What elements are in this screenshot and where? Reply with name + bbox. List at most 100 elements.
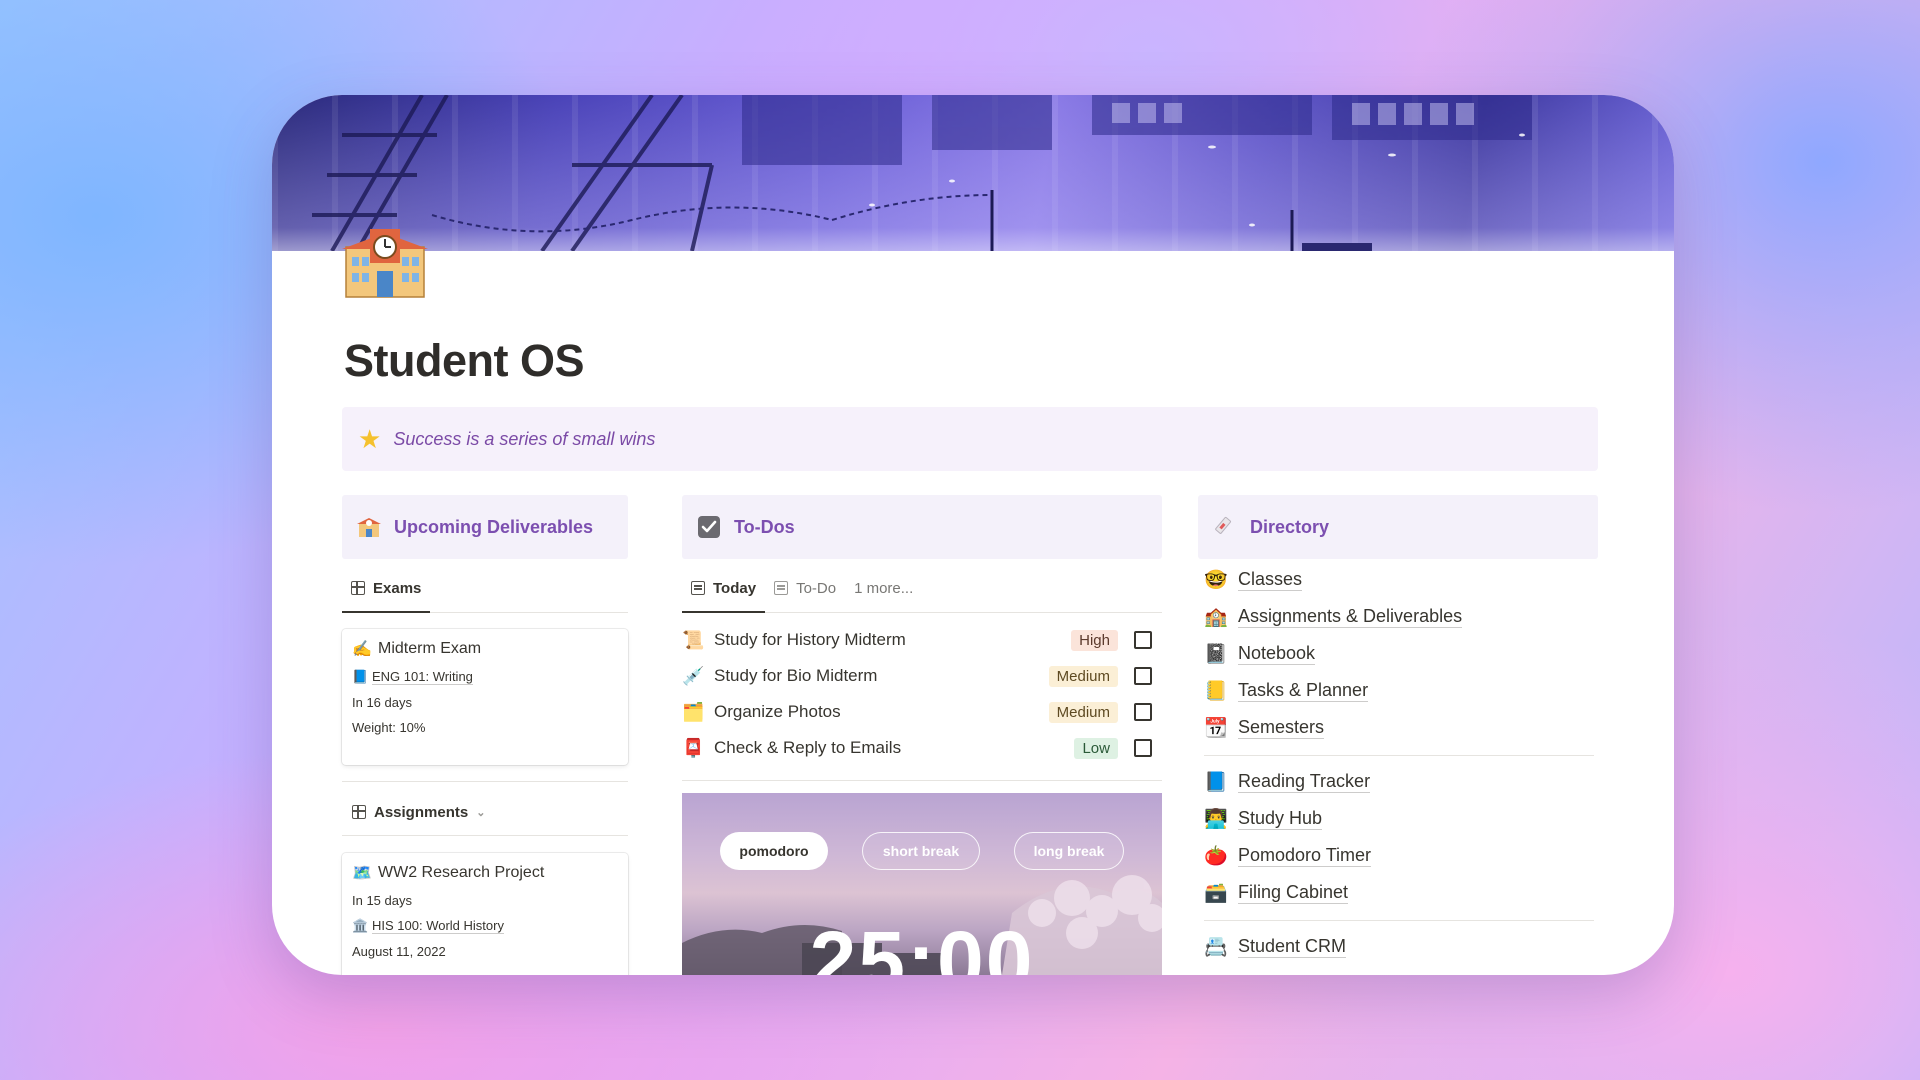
deliverables-header: Upcoming Deliverables — [342, 495, 628, 559]
assignments-group-label: Assignments — [374, 803, 469, 821]
priority-badge[interactable]: Medium — [1048, 701, 1118, 723]
directory-link-student-crm[interactable]: 📇 Student CRM — [1204, 932, 1347, 962]
priority-badge[interactable]: Low — [1074, 737, 1118, 759]
assignment-course-link[interactable]: HIS 100: World History — [372, 918, 504, 934]
assignment-card[interactable]: 🗺️ WW2 Research Project In 15 days 🏛️ HI… — [342, 853, 628, 975]
pomodoro-widget: pomodoro short break long break 25:00 — [682, 793, 1162, 975]
todo-list: 📜 Study for History Midterm High 💉 Study… — [682, 622, 1162, 772]
list-icon — [774, 581, 789, 595]
syringe-icon: 💉 — [682, 665, 705, 686]
assignments-group-toggle[interactable]: Assignments ⌄ — [352, 797, 485, 827]
todo-checkbox[interactable] — [1134, 667, 1152, 685]
priority-badge[interactable]: High — [1071, 629, 1118, 651]
divider — [682, 780, 1162, 781]
divider — [342, 781, 628, 782]
ledger-icon: 📒 — [1204, 681, 1228, 702]
todo-item[interactable]: 💉 Study for Bio Midterm Medium — [682, 658, 1152, 694]
cover-image — [272, 95, 1674, 251]
directory-link-study-hub[interactable]: 👨‍💻 Study Hub — [1204, 804, 1323, 834]
card-file-box-icon: 🗃️ — [1204, 883, 1228, 904]
pomodoro-mode-button[interactable]: pomodoro — [720, 832, 828, 870]
todo-item[interactable]: 📜 Study for History Midterm High — [682, 622, 1152, 658]
directory-link-label: Filing Cabinet — [1238, 882, 1349, 905]
directory-link-pomodoro-timer[interactable]: 🍅 Pomodoro Timer — [1204, 841, 1372, 871]
postbox-icon: 📮 — [682, 737, 705, 758]
directory-link-label: Study Hub — [1238, 808, 1323, 831]
todo-item-name: Check & Reply to Emails — [714, 738, 902, 757]
map-icon: 🗺️ — [352, 865, 372, 882]
exam-due: In 16 days — [352, 695, 412, 710]
divider — [342, 835, 628, 836]
assignment-date: August 11, 2022 — [352, 944, 446, 959]
short-break-button[interactable]: short break — [862, 832, 980, 870]
directory-link-label: Assignments & Deliverables — [1238, 606, 1463, 629]
deliverables-header-label: Upcoming Deliverables — [394, 516, 594, 537]
tab-today[interactable]: Today — [682, 572, 766, 613]
nerd-face-icon: 🤓 — [1204, 570, 1228, 591]
school-icon: 🏫 — [1204, 607, 1228, 628]
timer-display: 25:00 — [809, 914, 1035, 975]
deliverables-tabs: Exams — [342, 573, 628, 613]
school-icon[interactable] — [342, 225, 428, 299]
directory-link-tasks[interactable]: 📒 Tasks & Planner — [1204, 676, 1369, 706]
card-index-icon: 📇 — [1204, 937, 1228, 958]
notebook-icon: 📓 — [1204, 644, 1228, 665]
directory-link-filing-cabinet[interactable]: 🗃️ Filing Cabinet — [1204, 878, 1349, 908]
tab-today-label: Today — [713, 579, 757, 597]
directory-link-reading-tracker[interactable]: 📘 Reading Tracker — [1204, 767, 1371, 797]
todo-checkbox[interactable] — [1134, 703, 1152, 721]
exam-card[interactable]: ✍️ Midterm Exam 📘 ENG 101: Writing In 16… — [342, 629, 628, 765]
notion-window: Student OS ★ Success is a series of smal… — [272, 95, 1674, 975]
exam-course-link[interactable]: ENG 101: Writing — [372, 669, 473, 685]
star-icon: ★ — [358, 423, 382, 454]
cover-illustration — [312, 95, 1532, 251]
divider — [1204, 755, 1594, 756]
directory-link-label: Classes — [1238, 569, 1303, 592]
page-title: Student OS — [344, 335, 585, 386]
school-icon — [356, 514, 382, 540]
todo-item-name: Study for History Midterm — [714, 630, 906, 649]
todo-item-name: Study for Bio Midterm — [714, 666, 878, 685]
directory-link-classes[interactable]: 🤓 Classes — [1204, 565, 1303, 595]
technologist-icon: 👨‍💻 — [1204, 809, 1228, 830]
todos-tabs: Today To-Do 1 more... — [682, 573, 1162, 613]
card-index-dividers-icon: 🗂️ — [682, 701, 705, 722]
todo-item[interactable]: 🗂️ Organize Photos Medium — [682, 694, 1152, 730]
priority-badge[interactable]: Medium — [1048, 665, 1118, 687]
todo-item-name: Organize Photos — [714, 702, 841, 721]
divider — [1204, 920, 1594, 921]
blue-book-icon: 📘 — [352, 669, 369, 684]
classical-building-icon: 🏛️ — [352, 918, 369, 933]
todo-checkbox[interactable] — [1134, 739, 1152, 757]
tab-todo[interactable]: To-Do — [765, 572, 845, 612]
todo-checkbox[interactable] — [1134, 631, 1152, 649]
directory-list: 🤓 Classes 🏫 Assignments & Deliverables 📓… — [1204, 565, 1594, 975]
directory-header-label: Directory — [1250, 516, 1330, 537]
directory-link-label: Tasks & Planner — [1238, 680, 1369, 703]
directory-link-label: Notebook — [1238, 643, 1316, 666]
syringe-icon — [1212, 514, 1238, 540]
chevron-down-icon: ⌄ — [476, 806, 486, 819]
directory-link-assignments[interactable]: 🏫 Assignments & Deliverables — [1204, 602, 1463, 632]
todo-item[interactable]: 📮 Check & Reply to Emails Low — [682, 730, 1152, 766]
tab-exams[interactable]: Exams — [342, 572, 431, 613]
directory-link-label: Student CRM — [1238, 936, 1347, 959]
list-icon — [691, 581, 705, 595]
directory-link-semesters[interactable]: 📆 Semesters — [1204, 713, 1325, 743]
table-icon — [352, 805, 366, 819]
blue-book-icon: 📘 — [1204, 772, 1228, 793]
assignment-title: WW2 Research Project — [378, 864, 545, 881]
directory-link-label: Reading Tracker — [1238, 771, 1371, 794]
tomato-icon: 🍅 — [1204, 846, 1228, 867]
callout-text: Success is a series of small wins — [393, 428, 656, 449]
directory-link-label: Pomodoro Timer — [1238, 845, 1372, 868]
tab-more[interactable]: 1 more... — [845, 572, 922, 612]
writing-hand-icon: ✍️ — [352, 641, 372, 658]
tab-more-label: 1 more... — [854, 579, 914, 597]
long-break-button[interactable]: long break — [1014, 832, 1124, 870]
scroll-icon: 📜 — [682, 629, 705, 650]
directory-link-notebook[interactable]: 📓 Notebook — [1204, 639, 1316, 669]
exam-weight: Weight: 10% — [352, 720, 426, 735]
checkbox-icon — [696, 514, 722, 540]
exam-title: Midterm Exam — [378, 640, 482, 657]
